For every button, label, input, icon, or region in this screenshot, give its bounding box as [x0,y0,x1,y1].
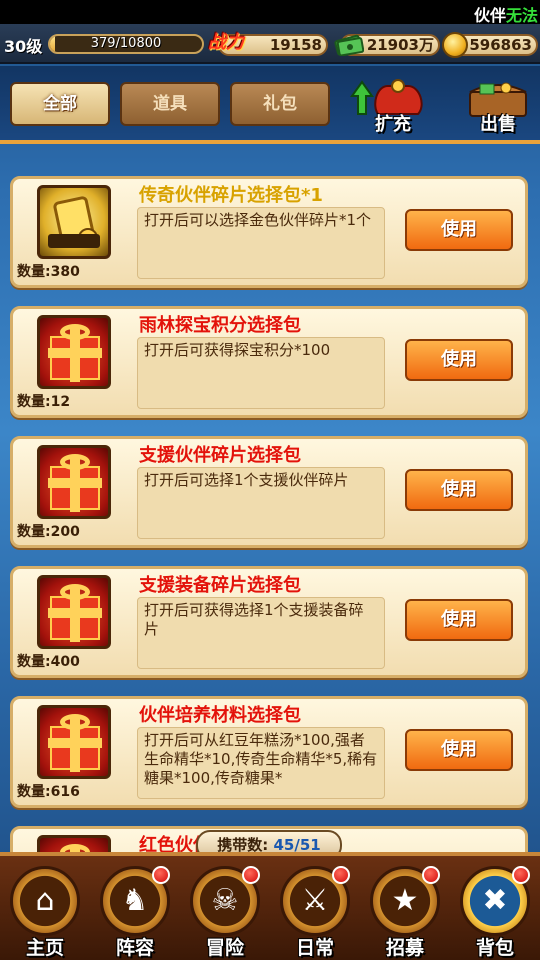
nav-label: 日常 [295,937,334,959]
nav-daily[interactable]: ⚔ 日常 [272,866,358,960]
item-description: 打开后可以选择金色伙伴碎片*1个 [137,207,385,279]
gift-box-icon[interactable] [37,835,111,852]
player-level: 30级 [4,37,43,56]
item-description: 打开后可获得探宝积分*100 [137,337,385,409]
nav-label: 阵容 [115,937,154,959]
backpack-icon: ✖ [482,883,508,918]
item-quantity: 数量:400 [17,654,80,670]
item-card: 数量:380 传奇伙伴碎片选择包*1 打开后可以选择金色伙伴碎片*1个 使用 [10,176,528,288]
item-title: 支援伙伴碎片选择包 [139,445,301,466]
use-button[interactable]: 使用 [405,599,513,641]
notification-dot [242,866,260,884]
item-title: 支援装备碎片选择包 [139,575,301,596]
nav-lineup[interactable]: ♞ 阵容 [92,866,178,960]
nav-backpack[interactable]: ✖ 背包 [452,866,538,960]
ticker-text: 伙伴无法 [473,6,538,25]
item-quantity: 数量:12 [17,394,71,410]
nav-home[interactable]: ⌂ 主页 [2,866,88,960]
news-ticker: 伙伴无法 [0,0,540,25]
notification-dot [422,866,440,884]
tab-items[interactable]: 道具 [120,82,220,126]
item-card: 数量:400 支援装备碎片选择包 打开后可获得选择1个支援装备碎片 使用 [10,566,528,678]
home-icon: ⌂ [35,883,55,918]
notification-dot [512,866,530,884]
notification-dot [332,866,350,884]
recruit-tavern-icon: ★ [391,883,419,918]
status-bar: 30级 379/10800 19158 战力 21903万 596863 [0,24,540,64]
gold-coin-icon [442,32,468,58]
use-button[interactable]: 使用 [405,209,513,251]
item-description: 打开后可选择1个支援伙伴碎片 [137,467,385,539]
item-description: 打开后可获得选择1个支援装备碎片 [137,597,385,669]
sell-button[interactable]: 出售 [460,78,536,136]
daily-swords-icon: ⚔ [301,883,329,918]
item-card: 数量:200 支援伙伴碎片选择包 打开后可选择1个支援伙伴碎片 使用 [10,436,528,548]
gift-box-icon[interactable] [37,705,111,779]
item-list[interactable]: 数量:380 传奇伙伴碎片选择包*1 打开后可以选择金色伙伴碎片*1个 使用 数… [0,150,540,852]
use-button[interactable]: 使用 [405,339,513,381]
lineup-icon: ♞ [121,883,149,918]
item-description: 打开后可从红豆年糕汤*100,强者生命精华*10,传奇生命精华*5,稀有糖果*1… [137,727,385,799]
nav-label: 主页 [25,937,64,959]
use-button[interactable]: 使用 [405,729,513,771]
gift-box-icon[interactable] [37,445,111,519]
nav-adventure[interactable]: ☠ 冒险 [182,866,268,960]
filter-bar: 全部 道具 礼包 扩充 出售 [0,66,540,144]
item-quantity: 数量:616 [17,784,80,800]
nav-label: 背包 [475,937,514,959]
nav-label: 冒险 [205,937,244,959]
tab-all[interactable]: 全部 [10,82,110,126]
power-icon: 战力 [208,32,244,53]
expand-label: 扩充 [375,114,411,135]
tab-gift-packs[interactable]: 礼包 [230,82,330,126]
cash-stack-icon [334,34,364,56]
adventure-skull-icon: ☠ [211,883,239,918]
exp-text: 379/10800 [90,36,162,51]
item-title: 伙伴培养材料选择包 [139,705,301,726]
gift-box-icon[interactable] [37,575,111,649]
gold-card-pack-icon[interactable] [37,185,111,259]
gift-box-icon[interactable] [37,315,111,389]
item-quantity: 数量:200 [17,524,80,540]
sell-label: 出售 [480,114,516,135]
exp-bar: 379/10800 [48,34,204,54]
item-title: 雨林探宝积分选择包 [139,315,301,336]
nav-label: 招募 [385,937,424,959]
use-button[interactable]: 使用 [405,469,513,511]
bottom-nav: ⌂ 主页 ♞ 阵容 ☠ 冒险 ⚔ 日常 ★ 招募 ✖ 背包 [0,852,540,960]
item-quantity: 数量:380 [17,264,80,280]
item-card: 数量:616 伙伴培养材料选择包 打开后可从红豆年糕汤*100,强者生命精华*1… [10,696,528,808]
notification-dot [152,866,170,884]
item-card: 数量:12 雨林探宝积分选择包 打开后可获得探宝积分*100 使用 [10,306,528,418]
item-title: 传奇伙伴碎片选择包*1 [139,185,323,206]
expand-button[interactable]: 扩充 [348,78,438,136]
nav-recruit[interactable]: ★ 招募 [362,866,448,960]
